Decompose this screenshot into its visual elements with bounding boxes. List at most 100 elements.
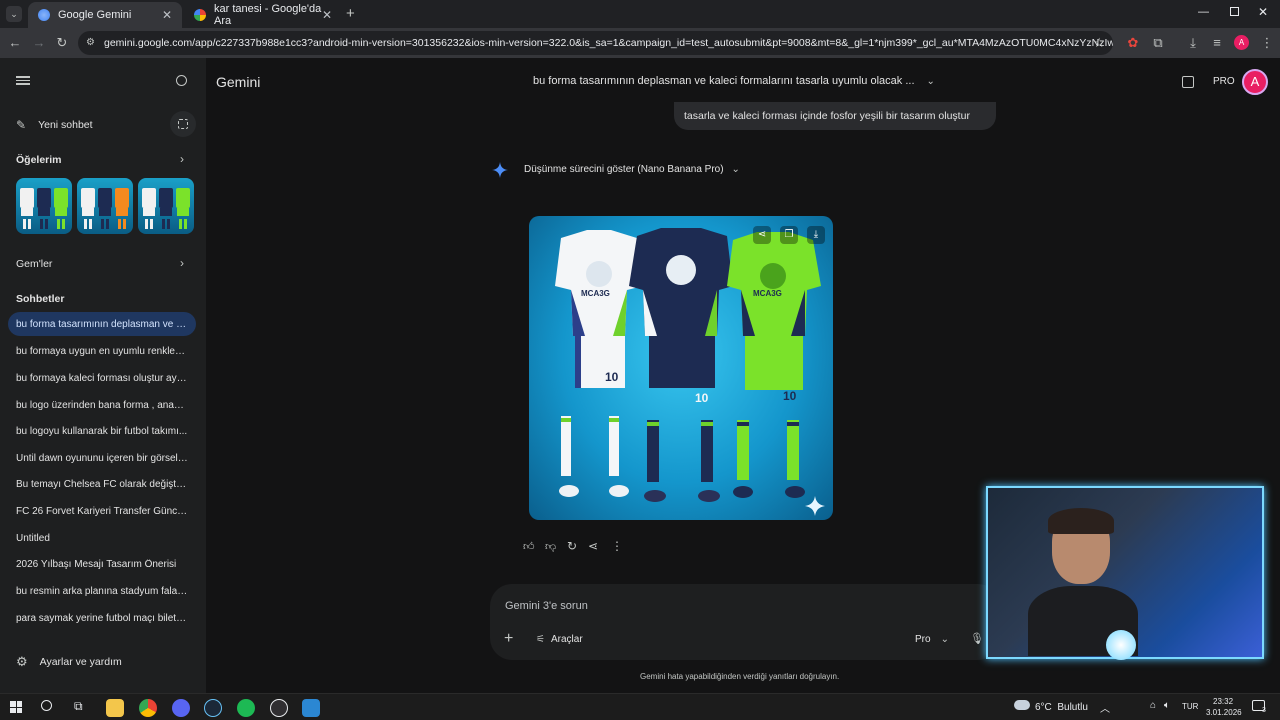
windows-taskbar: ⧉ 6°C Bulutlu ︿ ⌂ 🔈︎ TUR 23:32 3.01.2026… <box>0 693 1280 720</box>
temporary-chat-icon[interactable] <box>1182 76 1194 88</box>
tab-google-search[interactable]: kar tanesi - Google'da Ara ✕ <box>184 2 342 28</box>
reload-icon[interactable]: ↻ <box>53 34 71 52</box>
chevron-right-icon[interactable]: › <box>180 152 184 166</box>
edit-icon: ✎ <box>16 118 27 132</box>
copy-icon[interactable]: ❐ <box>780 226 798 244</box>
settings-label: Ayarlar ve yardım <box>39 656 122 668</box>
generated-kit-image[interactable]: 10 MCA3G 10 10 MCA3G ⋖ ❐ ⤓ <box>529 216 833 520</box>
gemini-spark-icon <box>492 162 508 178</box>
tray-chevron-icon[interactable]: ︿ <box>1100 700 1110 715</box>
regenerate-icon[interactable]: ↻ <box>567 539 577 553</box>
language-indicator[interactable]: TUR <box>1182 702 1198 711</box>
gems-heading[interactable]: Gem'ler <box>16 258 52 270</box>
file-explorer-icon[interactable] <box>106 699 124 717</box>
volume-icon[interactable]: 🔈︎ <box>1164 700 1170 711</box>
chat-item[interactable]: Bu temayı Chelsea FC olarak değiştir ... <box>16 479 188 490</box>
thumbs-up-icon[interactable]: 👍︎ <box>523 540 535 553</box>
forward-icon[interactable]: → <box>30 34 48 52</box>
chevron-down-icon: ⌄ <box>731 164 740 175</box>
chats-heading: Sohbetler <box>16 293 65 305</box>
menu-icon[interactable] <box>16 74 30 87</box>
chrome-icon[interactable] <box>139 699 157 717</box>
new-tab-button[interactable]: + <box>346 5 355 22</box>
bookmark-star-icon[interactable]: ☆ <box>1093 35 1105 51</box>
chat-item[interactable]: bu resmin arka planına stadyum falan... <box>16 586 188 597</box>
extension-icon[interactable]: ✿ <box>1124 34 1142 52</box>
chat-title-dropdown[interactable]: bu forma tasarımının deplasman ve kaleci… <box>533 75 935 87</box>
temporary-chat-icon[interactable] <box>170 111 196 137</box>
chat-item[interactable]: bu logo üzerinden bana forma , anaht... <box>16 400 188 411</box>
new-chat-button[interactable]: ✎ Yeni sohbet <box>16 116 176 134</box>
chrome-menu-icon[interactable]: ⋮ <box>1258 34 1276 52</box>
kit-thumbnail[interactable] <box>138 178 194 234</box>
model-selector[interactable]: Pro ⌄ <box>915 634 949 645</box>
app-icon[interactable] <box>302 699 320 717</box>
share-icon[interactable]: ⋖ <box>753 226 771 244</box>
pro-badge[interactable]: PRO <box>1213 76 1235 87</box>
start-windows-icon[interactable] <box>10 701 22 713</box>
close-window-icon[interactable]: ✕ <box>1258 5 1268 19</box>
share-icon[interactable]: ⋖ <box>588 539 598 553</box>
extensions-puzzle-icon[interactable]: ⧉ <box>1149 34 1167 52</box>
browser-tab-strip: ⌄ Google Gemini ✕ kar tanesi - Google'da… <box>0 0 1280 28</box>
model-label: Pro <box>915 634 931 645</box>
account-avatar[interactable]: A <box>1242 69 1268 95</box>
chat-item[interactable]: Until dawn oyununu içeren bir görsel ... <box>16 453 188 464</box>
chat-item[interactable]: Untitled <box>16 533 188 544</box>
minimize-icon[interactable]: — <box>1198 6 1209 18</box>
close-tab-icon[interactable]: ✕ <box>322 8 332 22</box>
brand-title: Gemini <box>216 74 261 90</box>
chat-item[interactable]: bu formaya kaleci forması oluştur ayn... <box>16 373 188 384</box>
tools-button[interactable]: ⚟ Araçlar <box>536 634 583 645</box>
kit-thumbnail[interactable] <box>16 178 72 234</box>
new-chat-label: Yeni sohbet <box>38 119 93 131</box>
obs-icon[interactable] <box>270 699 288 717</box>
spotify-icon[interactable] <box>237 699 255 717</box>
microphone-icon[interactable]: 🎙︎ <box>970 632 984 645</box>
tab-title: Google Gemini <box>58 9 132 21</box>
more-options-icon[interactable]: ⋮ <box>611 539 623 553</box>
my-items-heading[interactable]: Öğelerim <box>16 154 62 166</box>
chat-item[interactable]: para saymak yerine futbol maçı bileti ..… <box>16 613 188 624</box>
weather-text[interactable]: 6°C Bulutlu <box>1035 702 1088 713</box>
tab-gemini[interactable]: Google Gemini ✕ <box>28 2 182 28</box>
clock-date[interactable]: 3.01.2026 <box>1206 708 1242 717</box>
reading-list-icon[interactable]: ≡ <box>1208 34 1226 52</box>
chevron-right-icon[interactable]: › <box>180 256 184 270</box>
main-chat-area: Gemini bu forma tasarımının deplasman ve… <box>206 58 1280 693</box>
close-tab-icon[interactable]: ✕ <box>162 8 172 22</box>
prompt-input[interactable]: Gemini 3'e sorun <box>505 600 588 612</box>
back-icon[interactable]: ← <box>6 34 24 52</box>
add-attachment-icon[interactable]: + <box>504 630 513 648</box>
search-icon[interactable] <box>176 75 187 86</box>
browser-toolbar: ← → ↻ ⚙ gemini.google.com/app/c227337b98… <box>0 28 1280 58</box>
tab-search-button[interactable]: ⌄ <box>6 6 22 22</box>
download-icon[interactable]: ⤓ <box>1184 34 1202 52</box>
away-kit: 10 <box>629 228 733 502</box>
gemini-favicon-icon <box>38 9 50 21</box>
home-kit: 10 MCA3G <box>555 230 643 497</box>
user-message-bubble: tasarla ve kaleci forması içinde fosfor … <box>674 102 996 130</box>
profile-avatar[interactable]: A <box>1234 35 1249 50</box>
discord-icon[interactable] <box>172 699 190 717</box>
address-bar[interactable]: ⚙ gemini.google.com/app/c227337b988e1cc3… <box>78 31 1113 55</box>
network-icon[interactable]: ⌂ <box>1150 700 1156 711</box>
clock-time[interactable]: 23:32 <box>1213 697 1233 706</box>
site-info-icon[interactable]: ⚙ <box>86 37 98 49</box>
thumbs-down-icon[interactable]: 👎︎ <box>545 540 556 553</box>
chat-item[interactable]: bu formaya uygun en uyumlu renkleri ... <box>16 346 188 357</box>
task-view-icon[interactable]: ⧉ <box>74 699 83 714</box>
download-icon[interactable]: ⤓ <box>807 226 825 244</box>
chat-item[interactable]: 2026 Yılbaşı Mesajı Tasarım Önerisi <box>16 559 188 570</box>
steam-icon[interactable] <box>204 699 222 717</box>
user-message-text: tasarla ve kaleci forması içinde fosfor … <box>684 110 970 122</box>
chat-item[interactable]: bu forma tasarımının deplasman ve k... <box>16 319 188 330</box>
settings-button[interactable]: ⚙ Ayarlar ve yardım <box>16 654 122 670</box>
show-thinking-toggle[interactable]: Düşünme sürecini göster (Nano Banana Pro… <box>524 164 740 175</box>
restore-icon[interactable] <box>1230 7 1239 16</box>
search-icon[interactable] <box>41 700 52 711</box>
chat-item[interactable]: bu logoyu kullanarak bir futbol takımı..… <box>16 426 188 437</box>
chat-item[interactable]: FC 26 Forvet Kariyeri Transfer Güncel... <box>16 506 188 517</box>
kit-thumbnail[interactable] <box>77 178 133 234</box>
tools-label: Araçlar <box>550 634 583 645</box>
